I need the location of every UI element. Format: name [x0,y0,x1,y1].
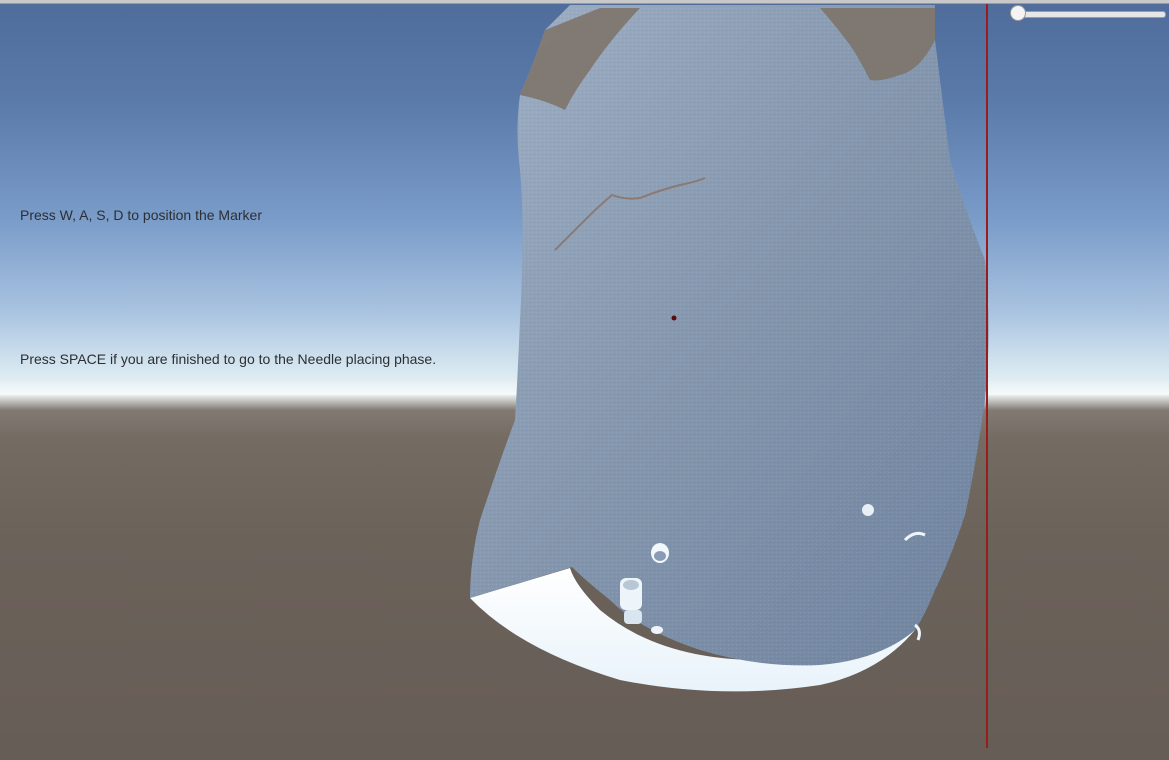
marker-dot [671,315,677,321]
model-detail-3 [862,504,874,516]
instruction-position-marker: Press W, A, S, D to position the Marker [20,207,262,223]
3d-model-scan [470,5,989,692]
instruction-finish-phase: Press SPACE if you are finished to go to… [20,351,437,367]
slider-track[interactable] [1014,11,1166,18]
game-viewport[interactable]: Press W, A, S, D to position the Marker … [0,0,1169,760]
window-top-edge [0,0,1169,4]
red-guide-line [986,3,988,748]
zoom-slider[interactable] [1010,5,1166,22]
slider-thumb[interactable] [1010,5,1026,21]
